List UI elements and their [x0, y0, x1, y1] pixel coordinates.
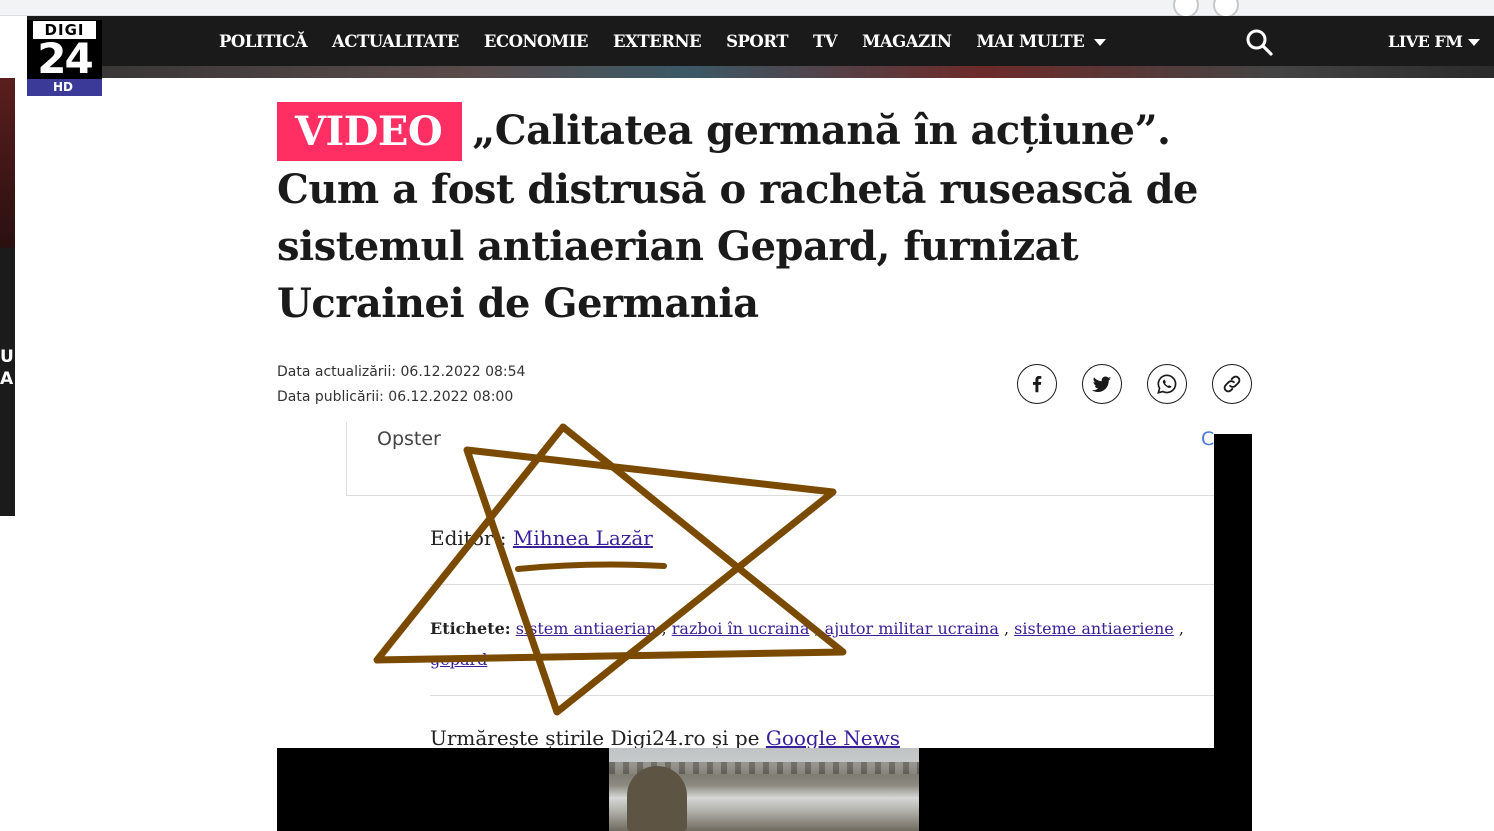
video-badge: VIDEO	[277, 102, 463, 161]
nav-item-externe[interactable]: EXTERNE	[613, 32, 702, 51]
whatsapp-icon	[1157, 374, 1177, 394]
article-headline: VIDEO „Calitatea germană în acțiune”. Cum…	[277, 102, 1237, 332]
date-updated: Data actualizării: 06.12.2022 08:54	[277, 364, 526, 380]
tags-line: Etichete: sistem antiaerian , razboi în …	[430, 619, 1184, 669]
embedded-screenshot: Opster C Editor : Mihnea Lazăr Etichete:…	[346, 422, 1214, 748]
follow-text: Urmărește știrile Digi24.ro și pe	[430, 726, 766, 748]
share-buttons	[1017, 364, 1252, 404]
share-twitter-button[interactable]	[1082, 364, 1122, 404]
nav-item-tv[interactable]: TV	[813, 32, 838, 51]
nav-menu: POLITICĂ ACTUALITATE ECONOMIE EXTERNE SP…	[219, 16, 1131, 67]
search-icon[interactable]	[1245, 28, 1273, 56]
left-side-text: UA	[0, 346, 14, 390]
digi24-logo[interactable]: DIGI 24 HD	[27, 20, 102, 96]
nav-item-sport[interactable]: SPORT	[726, 32, 788, 51]
left-side-line-2: A	[0, 369, 14, 389]
tag-link[interactable]: ajutor militar ucraina	[825, 619, 999, 638]
nav-item-actualitate[interactable]: ACTUALITATE	[332, 32, 459, 51]
nav-item-politica[interactable]: POLITICĂ	[219, 32, 308, 51]
nav-item-mai-multe[interactable]: MAI MULTE	[976, 32, 1107, 51]
nav-item-mai-multe-label: MAI MULTE	[976, 32, 1085, 51]
logo-24: 24	[37, 34, 93, 83]
divider	[430, 584, 1214, 585]
live-fm-label: LIVE FM	[1388, 32, 1463, 51]
browser-toolbar-strip	[0, 0, 1494, 18]
tag-link[interactable]: sisteme antiaeriene	[1014, 619, 1174, 638]
chevron-down-icon	[1094, 39, 1107, 46]
live-fm-menu[interactable]: LIVE FM	[1388, 16, 1481, 67]
date-published: Data publicării: 06.12.2022 08:00	[277, 389, 514, 405]
editor-label: Editor :	[430, 526, 513, 550]
follow-line: Urmărește știrile Digi24.ro și pe Google…	[430, 726, 900, 748]
opster-ad-box: Opster C	[346, 422, 1214, 496]
nav-banner-image	[27, 66, 1494, 78]
facebook-icon	[1032, 376, 1042, 393]
share-facebook-button[interactable]	[1017, 364, 1057, 404]
editor-line: Editor : Mihnea Lazăr	[430, 526, 653, 550]
video-player[interactable]	[277, 748, 1252, 831]
opster-partial-label: C	[1201, 428, 1214, 450]
tag-link[interactable]: sistem antiaerian	[516, 619, 657, 638]
nav-item-economie[interactable]: ECONOMIE	[484, 32, 589, 51]
video-thumbnail	[609, 748, 919, 831]
divider	[430, 695, 1214, 696]
share-whatsapp-button[interactable]	[1147, 364, 1187, 404]
link-icon	[1223, 375, 1241, 393]
logo-hd: HD	[27, 79, 102, 96]
article-dates: Data actualizării: 06.12.2022 08:54 Data…	[277, 360, 525, 410]
left-side-line-1: U	[0, 347, 14, 367]
share-link-button[interactable]	[1212, 364, 1252, 404]
google-news-link[interactable]: Google News	[766, 726, 900, 748]
nav-item-magazin[interactable]: MAGAZIN	[862, 32, 952, 51]
tag-link[interactable]: razboi în ucraina	[672, 619, 810, 638]
editor-link[interactable]: Mihnea Lazăr	[513, 526, 653, 550]
twitter-icon	[1091, 376, 1112, 392]
chevron-down-icon	[1468, 39, 1481, 46]
tags-label: Etichete:	[430, 619, 511, 638]
tag-link[interactable]: gepard	[430, 650, 487, 669]
opster-label: Opster	[377, 428, 441, 450]
left-side-image: UA	[0, 78, 15, 516]
